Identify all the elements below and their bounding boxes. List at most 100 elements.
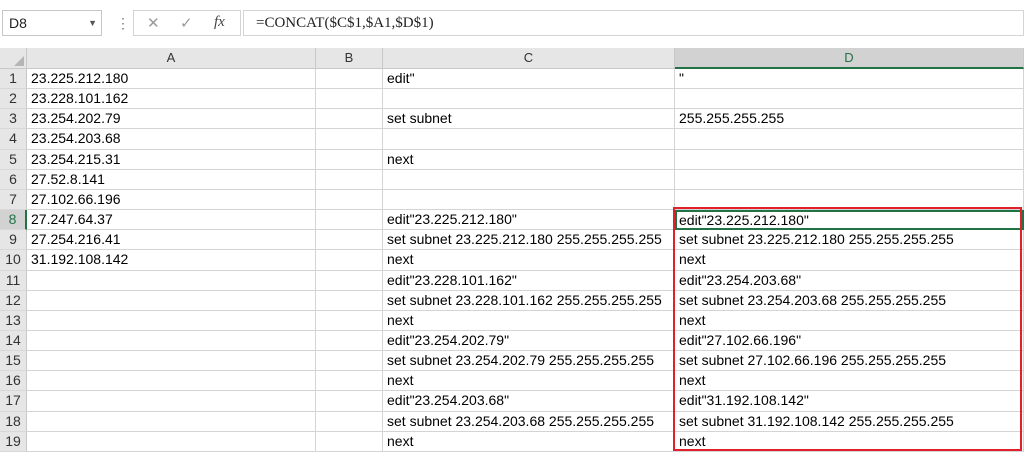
cell-d[interactable]: ": [675, 69, 1024, 89]
cell-b[interactable]: [316, 230, 383, 250]
cell-a[interactable]: 23.254.202.79: [27, 109, 316, 129]
cell-d[interactable]: set subnet 23.254.203.68 255.255.255.255: [675, 291, 1024, 311]
row-header[interactable]: 7: [0, 190, 27, 210]
cell-b[interactable]: [316, 109, 383, 129]
cell-a[interactable]: [27, 412, 316, 432]
row-header[interactable]: 9: [0, 230, 27, 250]
cell-b[interactable]: [316, 291, 383, 311]
cell-d[interactable]: [675, 129, 1024, 150]
cell-b[interactable]: [316, 351, 383, 371]
column-header-d[interactable]: D: [675, 48, 1024, 69]
cell-c[interactable]: edit": [383, 69, 675, 89]
row-header[interactable]: 2: [0, 89, 27, 109]
cell-b[interactable]: [316, 190, 383, 210]
cell-d[interactable]: edit"23.254.203.68": [675, 271, 1024, 291]
cell-a[interactable]: 23.254.203.68: [27, 129, 316, 150]
drag-handle-icon[interactable]: ⋮: [116, 13, 130, 33]
formula-input[interactable]: =CONCAT($C$1,$A1,$D$1): [243, 10, 1024, 36]
cell-b[interactable]: [316, 371, 383, 391]
chevron-down-icon[interactable]: ▼: [88, 11, 97, 35]
fx-icon[interactable]: fx: [214, 14, 225, 31]
cell-c[interactable]: next: [383, 150, 675, 170]
cell-d[interactable]: edit"27.102.66.196": [675, 331, 1024, 351]
cell-a[interactable]: [27, 311, 316, 331]
cell-a[interactable]: 27.102.66.196: [27, 190, 316, 210]
row-header[interactable]: 3: [0, 109, 27, 129]
select-all-button[interactable]: [0, 48, 27, 69]
row-header[interactable]: 10: [0, 250, 27, 271]
cell-a[interactable]: [27, 351, 316, 371]
cell-d[interactable]: 255.255.255.255: [675, 109, 1024, 129]
row-header[interactable]: 13: [0, 311, 27, 331]
row-header[interactable]: 19: [0, 432, 27, 452]
cell-a[interactable]: 23.254.215.31: [27, 150, 316, 170]
cell-c[interactable]: set subnet 23.225.212.180 255.255.255.25…: [383, 230, 675, 250]
cell-d[interactable]: [675, 89, 1024, 109]
cell-c[interactable]: [383, 129, 675, 150]
cell-d[interactable]: [675, 190, 1024, 210]
column-header-a[interactable]: A: [27, 48, 316, 69]
cell-a[interactable]: 31.192.108.142: [27, 250, 316, 271]
cell-b[interactable]: [316, 432, 383, 452]
row-header[interactable]: 14: [0, 331, 27, 351]
cell-c[interactable]: [383, 190, 675, 210]
cell-b[interactable]: [316, 311, 383, 331]
cell-b[interactable]: [316, 170, 383, 190]
cell-c[interactable]: next: [383, 432, 675, 452]
cell-c[interactable]: edit"23.254.202.79": [383, 331, 675, 351]
row-header[interactable]: 11: [0, 271, 27, 291]
row-header[interactable]: 6: [0, 170, 27, 190]
cell-b[interactable]: [316, 331, 383, 351]
row-header[interactable]: 5: [0, 150, 27, 170]
cell-c[interactable]: next: [383, 250, 675, 271]
cell-b[interactable]: [316, 412, 383, 432]
cell-c[interactable]: set subnet 23.228.101.162 255.255.255.25…: [383, 291, 675, 311]
cell-a[interactable]: 27.254.216.41: [27, 230, 316, 250]
cell-a[interactable]: 27.247.64.37: [27, 210, 316, 230]
name-box[interactable]: D8 ▼: [2, 10, 102, 36]
cell-a[interactable]: [27, 331, 316, 351]
row-header[interactable]: 1: [0, 69, 27, 89]
cell-c[interactable]: next: [383, 371, 675, 391]
cell-c[interactable]: edit"23.254.203.68": [383, 391, 675, 412]
row-header[interactable]: 12: [0, 291, 27, 311]
cell-b[interactable]: [316, 271, 383, 291]
cell-a[interactable]: [27, 291, 316, 311]
cell-c[interactable]: [383, 170, 675, 190]
column-header-b[interactable]: B: [316, 48, 383, 69]
cell-c[interactable]: next: [383, 311, 675, 331]
cell-b[interactable]: [316, 129, 383, 150]
cell-c[interactable]: edit"23.225.212.180": [383, 210, 675, 230]
cell-b[interactable]: [316, 391, 383, 412]
row-header[interactable]: 16: [0, 371, 27, 391]
cell-d[interactable]: [675, 150, 1024, 170]
cell-a[interactable]: [27, 432, 316, 452]
cell-a[interactable]: 27.52.8.141: [27, 170, 316, 190]
cell-b[interactable]: [316, 89, 383, 109]
row-header[interactable]: 17: [0, 391, 27, 412]
cell-d[interactable]: next: [675, 432, 1024, 452]
cell-a[interactable]: 23.228.101.162: [27, 89, 316, 109]
cell-d[interactable]: [675, 170, 1024, 190]
row-header[interactable]: 4: [0, 129, 27, 150]
cell-d[interactable]: set subnet 31.192.108.142 255.255.255.25…: [675, 412, 1024, 432]
cell-d[interactable]: next: [675, 250, 1024, 271]
cell-c[interactable]: set subnet 23.254.203.68 255.255.255.255: [383, 412, 675, 432]
cell-a[interactable]: [27, 271, 316, 291]
cell-a[interactable]: 23.225.212.180: [27, 69, 316, 89]
cell-c[interactable]: [383, 89, 675, 109]
cell-d[interactable]: next: [675, 311, 1024, 331]
cell-a[interactable]: [27, 391, 316, 412]
row-header[interactable]: 15: [0, 351, 27, 371]
row-header[interactable]: 8: [0, 210, 27, 230]
column-header-c[interactable]: C: [383, 48, 675, 69]
cell-c[interactable]: set subnet: [383, 109, 675, 129]
cell-a[interactable]: [27, 371, 316, 391]
close-icon[interactable]: ✕: [147, 14, 160, 32]
check-icon[interactable]: ✓: [180, 14, 193, 32]
cell-d[interactable]: set subnet 23.225.212.180 255.255.255.25…: [675, 230, 1024, 250]
active-cell[interactable]: edit"23.225.212.180": [675, 210, 1024, 230]
cell-d[interactable]: set subnet 27.102.66.196 255.255.255.255: [675, 351, 1024, 371]
cell-b[interactable]: [316, 210, 383, 230]
cell-b[interactable]: [316, 150, 383, 170]
